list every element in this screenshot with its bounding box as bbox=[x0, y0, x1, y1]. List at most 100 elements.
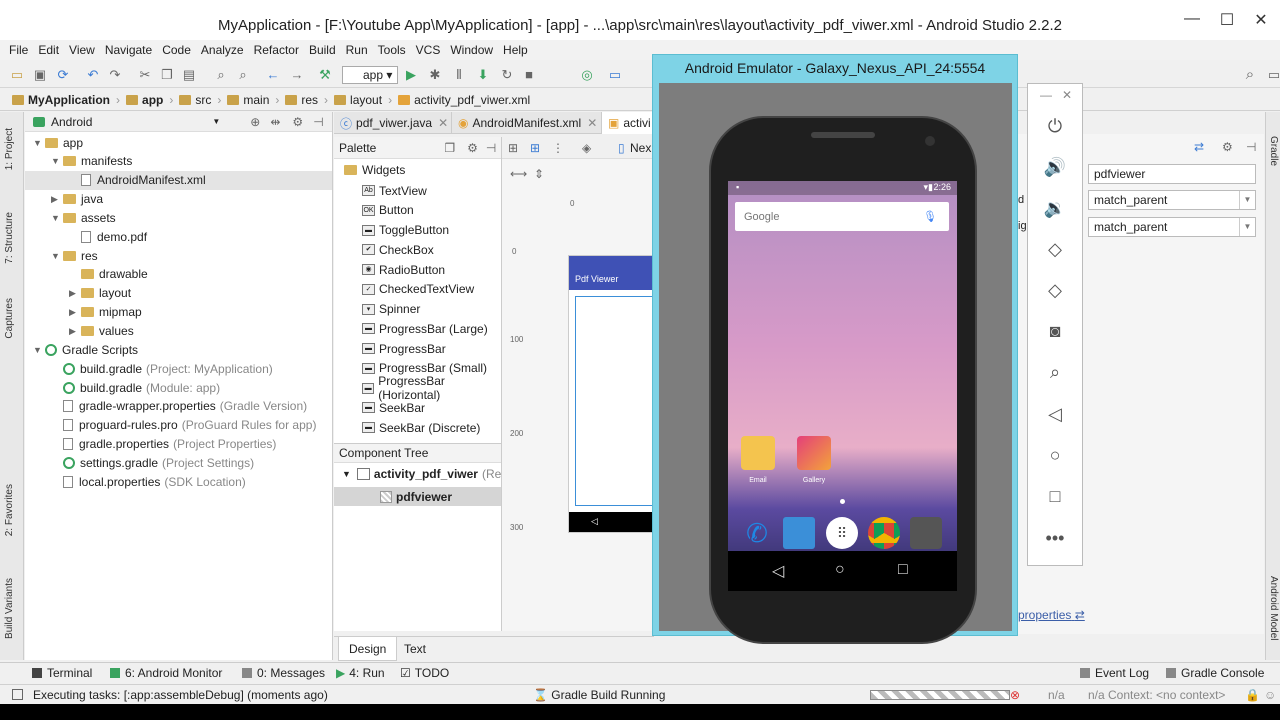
open-folder-icon[interactable]: ▭ bbox=[10, 68, 24, 82]
phone-app-icon[interactable]: ✆ bbox=[741, 517, 773, 549]
gear-icon[interactable]: ⚙ bbox=[467, 141, 478, 155]
tree-row[interactable]: build.gradle (Module: app) bbox=[51, 378, 220, 397]
app-drawer-icon[interactable]: ⠿ bbox=[826, 517, 858, 549]
palette-item[interactable]: ▬ ProgressBar (Horizontal) bbox=[362, 374, 501, 402]
home-icon[interactable]: ○ bbox=[1041, 441, 1069, 469]
palette-item[interactable]: ▬ ProgressBar (Large) bbox=[362, 319, 488, 338]
chevron-right-icon[interactable]: ▶ bbox=[69, 326, 81, 337]
chevron-down-icon[interactable]: ▼ bbox=[51, 156, 63, 166]
forward-icon[interactable]: → bbox=[290, 68, 304, 82]
chevron-down-icon[interactable]: ▼ bbox=[33, 345, 45, 355]
rotate-left-icon[interactable]: ◇ bbox=[1041, 235, 1069, 263]
tree-row[interactable]: gradle.properties (Project Properties) bbox=[51, 435, 276, 454]
palette-item[interactable]: ▾ Spinner bbox=[362, 300, 420, 319]
menu-file[interactable]: File bbox=[4, 43, 33, 57]
tab-android-model[interactable]: Android Model bbox=[1268, 576, 1279, 640]
close-icon[interactable]: ✕ bbox=[1062, 88, 1072, 102]
search-everywhere-icon[interactable]: ⌕ bbox=[1243, 67, 1257, 82]
tree-row[interactable]: ▶ java bbox=[51, 190, 103, 209]
palette-item[interactable]: Ab TextView bbox=[362, 181, 427, 200]
tab-android-monitor[interactable]: 6: Android Monitor bbox=[110, 666, 222, 680]
menu-help[interactable]: Help bbox=[498, 43, 533, 57]
hide-panel-icon[interactable]: ⊣ bbox=[313, 115, 323, 129]
more-icon[interactable]: ▭ bbox=[1267, 68, 1280, 82]
component-pdfviewer[interactable]: pdfviewer bbox=[334, 487, 501, 506]
tab-structure[interactable]: 7: Structure bbox=[4, 212, 15, 264]
tab-pdf-viwer-java[interactable]: ⓒ pdf_viwer.java ✕ bbox=[334, 112, 452, 134]
close-button[interactable]: ✕ bbox=[1246, 10, 1276, 30]
device-screen[interactable]: ▪ ▾▮ 2:26 Google 🎙 Email Gallery ✆ ⠿ ◁ ○… bbox=[728, 181, 957, 591]
gear-icon[interactable]: ⚙ bbox=[1222, 140, 1233, 154]
tree-row[interactable]: build.gradle (Project: MyApplication) bbox=[51, 359, 273, 378]
tab-captures[interactable]: Captures bbox=[4, 298, 15, 339]
avd-manager-icon[interactable]: ▭ bbox=[608, 68, 622, 82]
palette-item[interactable]: ✔ CheckBox bbox=[362, 240, 434, 259]
find-icon[interactable]: ⌕ bbox=[214, 68, 228, 82]
collapse-all-icon[interactable]: ⇹ bbox=[270, 115, 280, 129]
profile-icon[interactable]: ⫴ bbox=[452, 68, 466, 82]
palette-item[interactable]: ◉ RadioButton bbox=[362, 260, 445, 279]
make-project-icon[interactable]: ⚒ bbox=[318, 68, 332, 82]
palette-item[interactable]: ▬ SeekBar (Discrete) bbox=[362, 418, 480, 437]
tab-android-manifest[interactable]: ◉ AndroidManifest.xml ✕ bbox=[452, 112, 602, 134]
breadcrumb-item[interactable]: app › bbox=[126, 93, 173, 107]
save-icon[interactable]: ▣ bbox=[33, 68, 47, 82]
breadcrumb-item[interactable]: src › bbox=[179, 93, 221, 107]
recents-icon[interactable]: □ bbox=[898, 561, 908, 579]
chevron-down-icon[interactable]: ▼ bbox=[33, 138, 45, 148]
menu-build[interactable]: Build bbox=[304, 43, 341, 57]
orientation-icon[interactable]: ⋮ bbox=[552, 141, 564, 155]
tree-row[interactable]: ▼ Gradle Scripts bbox=[33, 340, 138, 359]
fit-icon[interactable]: ⇕ bbox=[534, 167, 544, 181]
palette-options-icon[interactable]: ❐ bbox=[444, 141, 455, 155]
breadcrumb-item[interactable]: res › bbox=[285, 93, 328, 107]
theme-icon[interactable]: ◈ bbox=[582, 141, 591, 155]
undo-icon[interactable]: ↶ bbox=[86, 68, 100, 82]
hide-panel-icon[interactable]: ⊣ bbox=[1246, 140, 1256, 154]
back-icon[interactable]: ◁ bbox=[1041, 400, 1069, 428]
menu-code[interactable]: Code bbox=[157, 43, 196, 57]
camera-app-icon[interactable] bbox=[910, 517, 942, 549]
tree-row[interactable]: gradle-wrapper.properties (Gradle Version… bbox=[51, 397, 307, 416]
attach-icon[interactable]: ⬇ bbox=[476, 68, 490, 82]
tab-text[interactable]: Text bbox=[394, 637, 436, 661]
inspector-icon[interactable]: ☺ bbox=[1264, 688, 1276, 702]
tab-event-log[interactable]: Event Log bbox=[1080, 666, 1149, 680]
chevron-down-icon[interactable]: ▼ bbox=[51, 251, 63, 261]
menu-navigate[interactable]: Navigate bbox=[100, 43, 157, 57]
breadcrumb-item[interactable]: activity_pdf_viwer.xml bbox=[398, 93, 530, 107]
cut-icon[interactable]: ✂ bbox=[138, 68, 152, 82]
tab-messages[interactable]: 0: Messages bbox=[242, 666, 325, 680]
copy-icon[interactable]: ❐ bbox=[160, 68, 174, 82]
chevron-right-icon[interactable]: ▶ bbox=[51, 194, 63, 205]
menu-run[interactable]: Run bbox=[341, 43, 373, 57]
tree-row[interactable]: ▶ mipmap bbox=[69, 303, 142, 322]
tree-row[interactable]: ▼ assets bbox=[51, 208, 116, 227]
id-field[interactable]: pdfviewer bbox=[1088, 164, 1256, 184]
tree-row[interactable]: ▼ manifests bbox=[51, 152, 132, 171]
chevron-right-icon[interactable]: ▶ bbox=[69, 307, 81, 318]
component-root[interactable]: ▼ activity_pdf_viwer (Rela bbox=[342, 467, 511, 481]
power-icon[interactable]: ⏻ bbox=[1041, 112, 1069, 140]
tree-row[interactable]: demo.pdf bbox=[69, 227, 147, 246]
device-selector[interactable]: Nex bbox=[630, 141, 651, 155]
back-icon[interactable]: ← bbox=[266, 68, 280, 82]
home-icon[interactable]: ○ bbox=[835, 561, 845, 579]
rotate-right-icon[interactable]: ◇ bbox=[1041, 276, 1069, 304]
scroll-from-source-icon[interactable]: ⊕ bbox=[250, 115, 260, 129]
rerun-icon[interactable]: ↻ bbox=[500, 68, 514, 82]
menu-vcs[interactable]: VCS bbox=[411, 43, 446, 57]
sync-icon[interactable]: ⟳ bbox=[56, 68, 70, 82]
google-search-bar[interactable]: Google 🎙 bbox=[735, 202, 949, 231]
menu-view[interactable]: View bbox=[64, 43, 100, 57]
chevron-right-icon[interactable]: ▶ bbox=[69, 288, 81, 299]
tree-row[interactable]: ▶ values bbox=[69, 322, 134, 341]
minimize-icon[interactable]: — bbox=[1040, 88, 1052, 102]
tab-design[interactable]: Design bbox=[338, 637, 398, 661]
tab-run[interactable]: ▶ 4: Run bbox=[336, 666, 385, 680]
email-app-icon[interactable] bbox=[741, 436, 775, 470]
menu-analyze[interactable]: Analyze bbox=[196, 43, 249, 57]
tree-row[interactable]: ▼ res bbox=[51, 246, 98, 265]
gallery-app-icon[interactable] bbox=[797, 436, 831, 470]
tree-row[interactable]: drawable bbox=[69, 265, 148, 284]
